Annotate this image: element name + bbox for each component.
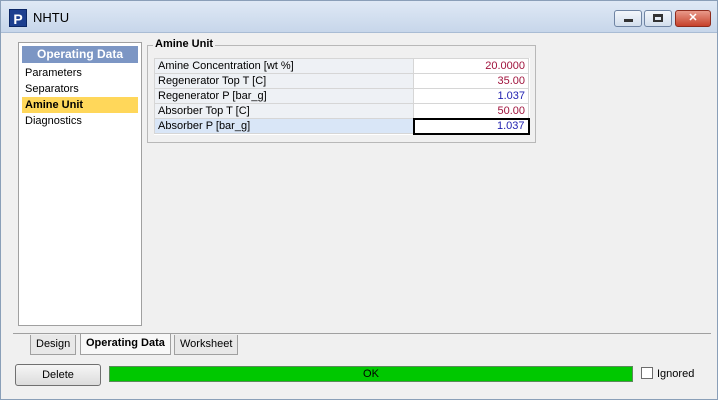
maximize-button[interactable] — [644, 10, 672, 27]
ignored-checkbox[interactable]: Ignored — [641, 367, 694, 380]
row-value-input[interactable]: 35.00 — [413, 73, 529, 89]
delete-button[interactable]: Delete — [15, 364, 101, 386]
close-button[interactable]: ✕ — [675, 10, 711, 27]
nav-item-parameters[interactable]: Parameters — [22, 65, 138, 81]
minimize-button[interactable] — [614, 10, 642, 27]
table-row: Regenerator P [bar_g] 1.037 — [154, 88, 529, 104]
row-label: Amine Concentration [wt %] — [154, 58, 414, 74]
row-label: Absorber P [bar_g] — [154, 118, 414, 134]
ignored-label: Ignored — [657, 368, 695, 380]
nav-item-separators[interactable]: Separators — [22, 81, 138, 97]
title-bar: P NHTU ✕ — [1, 1, 717, 33]
row-label: Regenerator P [bar_g] — [154, 88, 414, 104]
close-icon: ✕ — [688, 12, 698, 24]
nav-item-diagnostics[interactable]: Diagnostics — [22, 113, 138, 129]
table-row: Amine Concentration [wt %] 20.0000 — [154, 58, 529, 74]
tab-worksheet[interactable]: Worksheet — [174, 335, 239, 355]
amine-unit-table: Amine Concentration [wt %] 20.0000 Regen… — [154, 58, 530, 135]
maximize-icon — [653, 14, 663, 22]
tab-operating-data[interactable]: Operating Data — [80, 334, 171, 355]
nav-header: Operating Data — [22, 46, 138, 63]
minimize-icon — [623, 19, 633, 22]
row-value-input[interactable]: 50.00 — [413, 103, 529, 119]
nhtu-window: P NHTU ✕ Operating Data Parameters Separ… — [0, 0, 718, 400]
status-bar: OK — [109, 366, 633, 382]
table-row-selected: Absorber P [bar_g] 1.037 — [154, 117, 530, 135]
tab-design[interactable]: Design — [30, 335, 77, 355]
checkbox-box[interactable] — [641, 367, 653, 379]
table-row: Absorber Top T [C] 50.00 — [154, 103, 529, 119]
row-value-input[interactable]: 1.037 — [413, 88, 529, 104]
amine-unit-group: Amine Unit Amine Concentration [wt %] 20… — [147, 38, 536, 143]
row-value-input-active[interactable]: 1.037 — [412, 117, 530, 135]
row-value-input[interactable]: 20.0000 — [413, 58, 529, 74]
row-label: Regenerator Top T [C] — [154, 73, 414, 89]
window-title: NHTU — [33, 10, 70, 25]
row-label: Absorber Top T [C] — [154, 103, 414, 119]
table-row: Regenerator Top T [C] 35.00 — [154, 73, 529, 89]
group-title: Amine Unit — [153, 38, 216, 50]
nav-item-amine-unit[interactable]: Amine Unit — [22, 97, 138, 113]
navigation-panel: Operating Data Parameters Separators Ami… — [18, 42, 142, 326]
app-icon: P — [9, 9, 27, 27]
